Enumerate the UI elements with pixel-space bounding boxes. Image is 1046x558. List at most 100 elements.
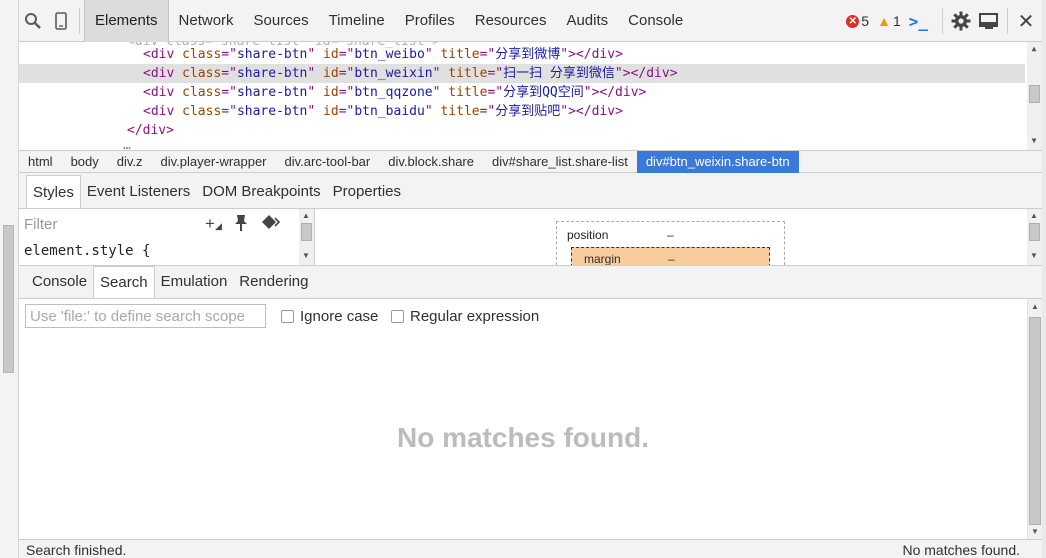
drawer-tab-search[interactable]: Search xyxy=(93,266,155,298)
metrics-scroll-up[interactable]: ▲ xyxy=(1027,211,1041,220)
dom-token: "></div> xyxy=(560,47,623,62)
dom-token: "></div> xyxy=(614,66,678,81)
dom-token: btn_weixin xyxy=(354,66,433,81)
error-icon: ✕ xyxy=(846,14,860,28)
tab-network[interactable]: Network xyxy=(169,0,244,42)
dom-line-selected[interactable]: <div class="share-btn" id="btn_weixin" t… xyxy=(19,64,1025,83)
drawer-tab-console[interactable]: Console xyxy=(26,266,93,298)
dock-side-icon[interactable] xyxy=(975,0,1003,42)
breadcrumb: html body div.z div.player-wrapper div.arc-t… xyxy=(19,150,1042,173)
drawer-scroll-up[interactable]: ▲ xyxy=(1028,302,1042,311)
drawer-scroll-down[interactable]: ▼ xyxy=(1028,527,1042,536)
devtools-toolbar: Elements Network Sources Timeline Profiles Re… xyxy=(19,0,1042,42)
ignore-case-checkbox[interactable]: Ignore case xyxy=(281,308,378,325)
ignore-case-box[interactable] xyxy=(281,310,294,323)
tab-audits[interactable]: Audits xyxy=(556,0,618,42)
search-input[interactable] xyxy=(25,304,266,328)
metrics-scroll-thumb[interactable] xyxy=(1029,223,1040,241)
drawer-tabs: Console Search Emulation Rendering xyxy=(19,265,1042,299)
tab-styles[interactable]: Styles xyxy=(26,175,81,208)
regex-box[interactable] xyxy=(391,310,404,323)
dom-token: share-btn xyxy=(236,104,308,119)
breadcrumb-item[interactable]: div.player-wrapper xyxy=(152,151,276,173)
close-icon[interactable]: ✕ xyxy=(1012,0,1040,42)
styles-filter[interactable]: Filter xyxy=(24,216,57,233)
dom-token: class xyxy=(182,85,222,100)
device-mode-icon[interactable] xyxy=(47,0,75,42)
dom-line[interactable]: <div class="share-btn" id="btn_weibo" ti… xyxy=(143,45,623,64)
dom-token: <div xyxy=(143,85,183,100)
dom-scroll-thumb[interactable] xyxy=(1029,85,1040,103)
inspect-search-icon[interactable] xyxy=(19,0,47,42)
drawer-scroll-thumb[interactable] xyxy=(1029,317,1041,525)
dom-token: id xyxy=(323,85,339,100)
breadcrumb-item[interactable]: div.arc-tool-bar xyxy=(276,151,380,173)
toolbar-divider xyxy=(79,7,80,34)
dom-tree[interactable]: <div class="share-list" id="share_list">… xyxy=(19,42,1042,150)
dom-vscroll[interactable]: ▲ ▼ xyxy=(1027,42,1042,150)
dom-token: "></div> xyxy=(560,104,623,119)
regex-label: Regular expression xyxy=(410,308,540,325)
drawer-vscroll[interactable]: ▲ ▼ xyxy=(1027,299,1042,539)
dom-token: =" xyxy=(487,85,504,100)
scroll-up-arrow[interactable]: ▲ xyxy=(1027,44,1041,53)
drawer-tab-rendering[interactable]: Rendering xyxy=(233,266,314,298)
dom-token: "></div> xyxy=(583,85,647,100)
styles-toolbar-icons: +◢ xyxy=(205,214,280,237)
box-margin: margin – xyxy=(571,247,770,267)
breadcrumb-item[interactable]: div.block.share xyxy=(379,151,483,173)
box-margin-value[interactable]: – xyxy=(668,252,675,266)
styles-scroll-thumb[interactable] xyxy=(301,223,312,241)
dom-token: =" xyxy=(479,104,496,119)
tab-timeline[interactable]: Timeline xyxy=(319,0,395,42)
console-drawer-icon[interactable]: >_ xyxy=(909,12,928,31)
sidebar-tabs: Styles Event Listeners DOM Breakpoints Prop… xyxy=(19,173,1042,209)
element-style-rule[interactable]: element.style { xyxy=(24,243,150,259)
breadcrumb-item[interactable]: body xyxy=(62,151,108,173)
status-bar: Search finished. No matches found. xyxy=(19,539,1042,558)
dom-token: " xyxy=(424,104,441,119)
dom-line[interactable]: </div> xyxy=(127,121,174,140)
warning-count-badge[interactable]: ▲ 1 xyxy=(877,13,901,29)
dom-token: 分享到QQ空间 xyxy=(503,85,584,100)
tab-sources[interactable]: Sources xyxy=(244,0,319,42)
drawer-tab-emulation[interactable]: Emulation xyxy=(155,266,234,298)
dom-token: " xyxy=(307,104,324,119)
page-scrollbar-thumb[interactable] xyxy=(3,225,14,373)
new-rule-icon[interactable]: +◢ xyxy=(205,214,222,237)
tab-event-listeners[interactable]: Event Listeners xyxy=(81,175,196,208)
tab-dom-breakpoints[interactable]: DOM Breakpoints xyxy=(196,175,326,208)
breadcrumb-item[interactable]: div.z xyxy=(108,151,152,173)
dom-token: id xyxy=(323,66,339,81)
toggle-state-icon[interactable] xyxy=(234,214,248,237)
search-results: No matches found. xyxy=(19,335,1027,539)
breadcrumb-item[interactable]: div#btn_weixin.share-btn xyxy=(636,150,799,173)
dom-line[interactable]: <div class="share-btn" id="btn_qqzone" t… xyxy=(143,83,646,102)
dom-line[interactable]: <div class="share-btn" id="btn_baidu" ti… xyxy=(143,102,623,121)
styles-scroll-up[interactable]: ▲ xyxy=(299,211,313,220)
breadcrumb-item[interactable]: html xyxy=(19,151,62,173)
settings-gear-icon[interactable] xyxy=(947,0,975,42)
color-format-icon[interactable] xyxy=(260,214,280,237)
error-count-badge[interactable]: ✕ 5 xyxy=(846,13,869,29)
dom-token: </div> xyxy=(127,123,174,138)
box-position-label: position xyxy=(567,228,609,242)
regex-checkbox[interactable]: Regular expression xyxy=(391,308,539,325)
breadcrumb-item[interactable]: div#share_list.share-list xyxy=(483,151,637,173)
dom-line-ellipsis: … xyxy=(123,138,131,150)
scroll-down-arrow[interactable]: ▼ xyxy=(1027,136,1041,145)
empty-message: No matches found. xyxy=(396,422,649,453)
page-scrollbar[interactable] xyxy=(0,0,19,558)
tab-profiles[interactable]: Profiles xyxy=(395,0,465,42)
metrics-vscroll[interactable]: ▲ ▼ xyxy=(1027,209,1042,265)
tab-console[interactable]: Console xyxy=(618,0,693,42)
styles-vscroll[interactable]: ▲ ▼ xyxy=(299,209,314,265)
metrics-scroll-down[interactable]: ▼ xyxy=(1027,251,1041,260)
tab-resources[interactable]: Resources xyxy=(465,0,557,42)
dom-token: btn_baidu xyxy=(354,104,425,119)
dom-token: 分享到贴吧 xyxy=(495,104,561,119)
tab-properties[interactable]: Properties xyxy=(327,175,407,208)
tab-elements[interactable]: Elements xyxy=(84,0,169,42)
styles-scroll-down[interactable]: ▼ xyxy=(299,251,313,260)
right-edge xyxy=(1042,0,1046,558)
